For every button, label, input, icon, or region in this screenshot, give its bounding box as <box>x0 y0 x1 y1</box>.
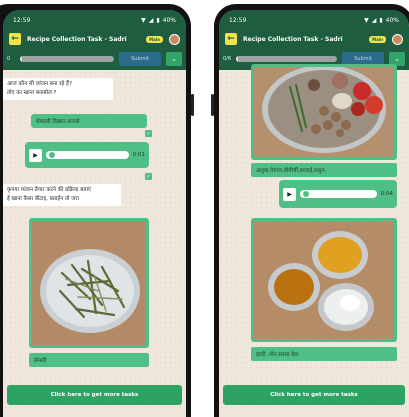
progress-track <box>20 56 114 62</box>
photo-caption: हरदी ,नोन,सरसा तेल <box>251 347 397 361</box>
battery-level: 40% <box>162 16 176 24</box>
dish-photo <box>32 221 146 345</box>
chevron-down-icon[interactable]: ⌄ <box>166 52 182 66</box>
chat-area[interactable]: आज कौन सी व्यंजन बना रहे हैं? तोए का खान… <box>3 70 186 417</box>
play-icon[interactable]: ▶ <box>283 187 296 201</box>
signal-icon: ◢ <box>371 16 377 24</box>
volume-button <box>211 94 214 116</box>
left-screen: 12:59 ▼ ◢ ▮ 40% ← Recipe Collection Task… <box>3 10 186 417</box>
right-screen: 12:59 ▼ ◢ ▮ 40% ← Recipe Collection Task… <box>219 10 409 417</box>
app-bar: ← Recipe Collection Task - Sadri Main <box>219 30 409 48</box>
audio-seekbar[interactable] <box>300 190 377 198</box>
check-icon: ✓ <box>145 173 152 180</box>
volume-button <box>191 94 194 116</box>
chat-area[interactable]: अलुवा,पेयाज,बीमीर्ची,बरवाई,लसुन, ▶ 0:04 <box>219 64 409 417</box>
play-icon[interactable]: ▶ <box>29 148 42 162</box>
right-phone-frame: 12:59 ▼ ◢ ▮ 40% ← Recipe Collection Task… <box>211 4 409 417</box>
progress-fill <box>20 56 22 62</box>
status-time: 12:59 <box>229 16 247 24</box>
photo-message[interactable] <box>251 218 397 342</box>
photo-caption: सेमली <box>29 353 149 367</box>
get-more-tasks-button[interactable]: Click here to get more tasks <box>223 385 405 405</box>
progress-count: 0 <box>7 56 11 62</box>
back-icon[interactable]: ← <box>9 33 21 45</box>
answer-bubble: सेमल्ली दिखान बनावो <box>31 114 147 128</box>
main-badge[interactable]: Main <box>146 35 163 43</box>
get-more-tasks-button[interactable]: Click here to get more tasks <box>7 385 182 405</box>
photo-message[interactable] <box>29 218 149 348</box>
progress-count: 0/6 <box>223 56 232 62</box>
question-bubble: कृपया व्यंजन तैयार करने की प्रक्रिया बता… <box>3 184 121 206</box>
audio-message: ▶ 0:04 <box>279 180 397 208</box>
battery-icon: ▮ <box>379 16 383 24</box>
status-bar: 12:59 ▼ ◢ ▮ 40% <box>219 10 409 30</box>
audio-knob[interactable] <box>303 191 309 197</box>
audio-duration: 0:04 <box>380 191 393 197</box>
spices-photo <box>254 221 394 339</box>
app-title: Recipe Collection Task - Sadri <box>243 35 343 43</box>
main-badge[interactable]: Main <box>369 35 386 43</box>
status-bar: 12:59 ▼ ◢ ▮ 40% <box>3 10 186 30</box>
bowl-of-beans-image <box>32 221 146 345</box>
app-bar: ← Recipe Collection Task - Sadri Main <box>3 30 186 48</box>
app-title: Recipe Collection Task - Sadri <box>27 35 127 43</box>
photo-caption: अलुवा,पेयाज,बीमीर्ची,बरवाई,लसुन, <box>251 163 397 177</box>
avatar[interactable] <box>169 33 180 45</box>
photo-message[interactable] <box>251 64 397 160</box>
avatar[interactable] <box>392 33 403 45</box>
check-icon: ✓ <box>145 130 152 137</box>
progress-track <box>236 56 337 62</box>
wifi-icon: ▼ <box>364 16 369 24</box>
battery-level: 40% <box>385 16 399 24</box>
task-progress-bar: 0 Submit ⌄ <box>3 48 186 70</box>
progress-fill <box>236 56 239 62</box>
audio-message: ▶ 0:01 <box>25 142 149 168</box>
ingredients-photo <box>254 67 394 157</box>
wifi-icon: ▼ <box>141 16 146 24</box>
plate-of-vegetables-image <box>254 67 394 157</box>
audio-seekbar[interactable] <box>46 151 129 159</box>
battery-icon: ▮ <box>156 16 160 24</box>
question-bubble: आज कौन सी व्यंजन बना रहे हैं? तोए का खान… <box>3 78 113 100</box>
audio-duration: 0:01 <box>132 152 145 158</box>
audio-knob[interactable] <box>49 152 55 158</box>
bowls-of-spices-image <box>254 221 394 339</box>
back-icon[interactable]: ← <box>225 33 237 45</box>
status-time: 12:59 <box>13 16 31 24</box>
signal-icon: ◢ <box>148 16 154 24</box>
submit-button[interactable]: Submit <box>119 52 161 66</box>
left-phone-frame: 12:59 ▼ ◢ ▮ 40% ← Recipe Collection Task… <box>0 4 194 417</box>
